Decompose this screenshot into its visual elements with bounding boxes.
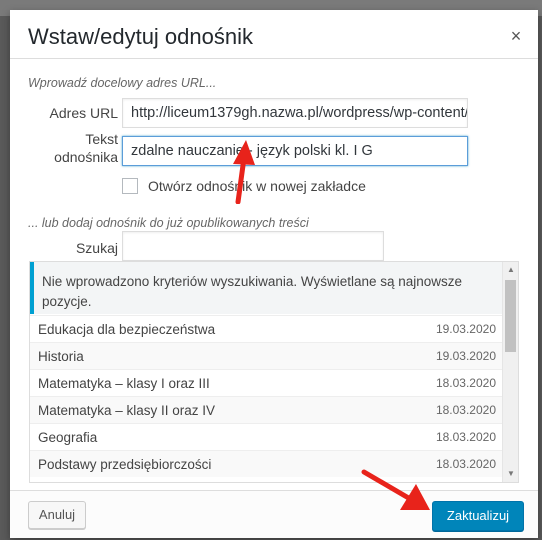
cancel-button[interactable]: Anuluj (28, 501, 86, 529)
result-title: Matematyka – klasy II oraz IV (38, 403, 216, 418)
url-hint: Wprowadź docelowy adres URL... (28, 76, 217, 90)
search-input[interactable] (122, 231, 384, 261)
result-title: Geografia (38, 430, 98, 445)
dialog-title: Wstaw/edytuj odnośnik (28, 24, 253, 49)
link-text-input[interactable]: zdalne nauczanie - język polski kl. I G (122, 136, 468, 166)
url-input[interactable]: http://liceum1379gh.nazwa.pl/wordpress/w… (122, 98, 468, 128)
no-search-notice: Nie wprowadzono kryteriów wyszukiwania. … (30, 262, 504, 314)
update-button[interactable]: Zaktualizuj (432, 501, 524, 531)
result-title: Podstawy przedsiębiorczości (38, 457, 212, 472)
search-hint: ... lub dodaj odnośnik do już opublikowa… (28, 216, 309, 230)
new-tab-label[interactable]: Otwórz odnośnik w nowej zakładce (148, 178, 366, 194)
result-date: 18.03.2020 (435, 376, 496, 390)
result-row[interactable]: Matematyka – klasy I oraz III 18.03.2020 (30, 369, 504, 396)
result-date: 19.03.2020 (435, 322, 496, 336)
result-title: Matematyka – klasy I oraz III (38, 376, 210, 391)
result-date: 18.03.2020 (435, 430, 496, 444)
link-text-label-line2: odnośnika (54, 149, 118, 165)
result-row[interactable]: Edukacja dla bezpieczeństwa 19.03.2020 (30, 315, 504, 342)
result-row[interactable]: Geografia 18.03.2020 (30, 423, 504, 450)
link-text-label: Tekst odnośnika (30, 130, 118, 166)
url-label: Adres URL (49, 105, 118, 121)
result-date: 18.03.2020 (435, 403, 496, 417)
result-title: Edukacja dla bezpieczeństwa (38, 322, 216, 337)
result-date: 18.03.2020 (435, 457, 496, 471)
result-row[interactable]: Podstawy przedsiębiorczości 18.03.2020 (30, 450, 504, 477)
results-list: Nie wprowadzono kryteriów wyszukiwania. … (29, 261, 519, 483)
search-label: Szukaj (75, 240, 118, 256)
result-row[interactable]: Historia 19.03.2020 (30, 342, 504, 369)
scroll-up-icon[interactable]: ▲ (503, 262, 518, 278)
link-text-label-line1: Tekst (85, 131, 118, 147)
result-row[interactable]: Matematyka – klasy II oraz IV 18.03.2020 (30, 396, 504, 423)
results-scrollbar[interactable]: ▲ ▼ (502, 262, 518, 482)
scroll-down-icon[interactable]: ▼ (503, 466, 518, 482)
close-icon[interactable]: × (504, 24, 528, 48)
new-tab-checkbox[interactable] (122, 178, 138, 194)
dialog-footer: Anuluj Zaktualizuj (10, 490, 538, 538)
insert-link-dialog: Wstaw/edytuj odnośnik × Wprowadź docelow… (10, 10, 538, 538)
scroll-thumb[interactable] (505, 280, 516, 352)
dialog-header: Wstaw/edytuj odnośnik × (10, 10, 538, 59)
result-date: 19.03.2020 (435, 349, 496, 363)
result-title: Historia (38, 349, 84, 364)
